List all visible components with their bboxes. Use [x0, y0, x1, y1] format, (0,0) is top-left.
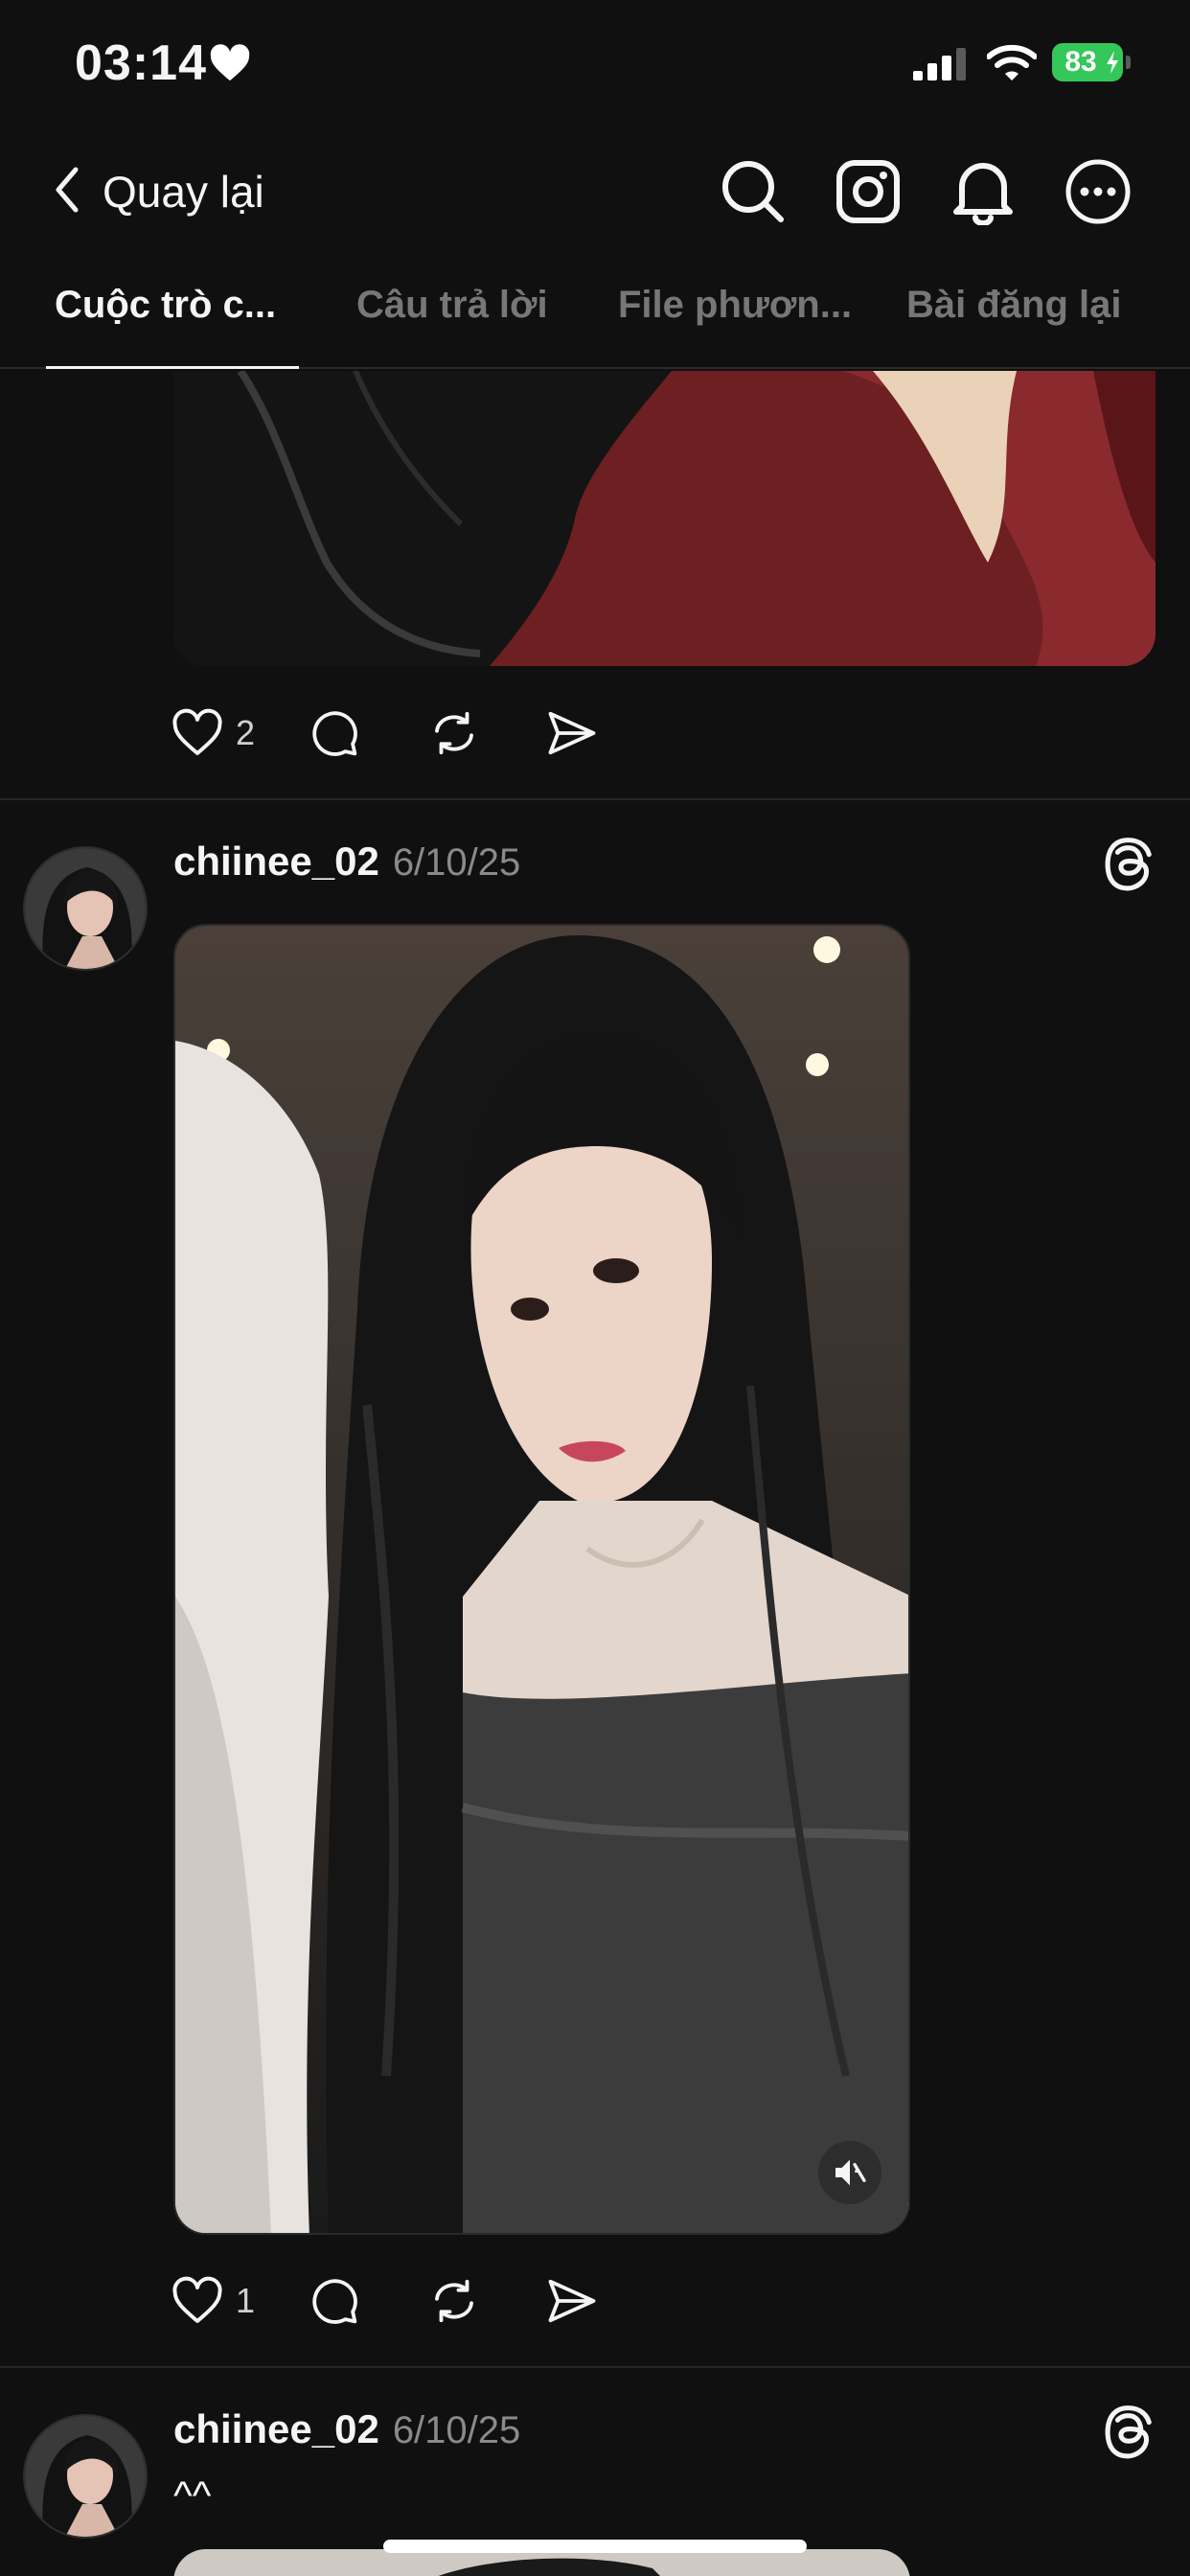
active-tab-indicator [46, 366, 299, 369]
post-divider [0, 2366, 1190, 2368]
status-bar: 03:14 83 [0, 0, 1190, 129]
top-navigation-bar: Quay lại [0, 144, 1190, 240]
like-button[interactable]: 1 [171, 2276, 255, 2326]
tab-conversations[interactable]: Cuộc trò c... [55, 284, 276, 327]
instagram-icon[interactable] [832, 155, 904, 228]
wifi-icon [986, 44, 1038, 87]
heart-status-icon [209, 44, 251, 87]
post-actions: 2 [171, 700, 598, 767]
battery-level: 83 [1064, 46, 1097, 78]
username[interactable]: chiinee_02 [173, 2406, 379, 2452]
post-video[interactable] [173, 924, 910, 2235]
like-button[interactable]: 2 [171, 708, 255, 758]
comment-button[interactable] [309, 2275, 360, 2327]
charging-bolt-icon [1107, 51, 1118, 74]
repost-icon [435, 711, 473, 755]
tab-replies[interactable]: Câu trả lời [356, 284, 548, 327]
send-icon [548, 2279, 596, 2323]
post-image[interactable] [173, 2549, 910, 2576]
like-count: 1 [236, 2281, 256, 2320]
chevron-left-icon [53, 166, 81, 218]
heart-icon [172, 2276, 222, 2323]
post-image[interactable] [173, 371, 1156, 666]
bell-icon[interactable] [947, 155, 1019, 228]
signal-icon [913, 48, 967, 85]
battery-indicator: 83 [1052, 43, 1131, 81]
threads-icon[interactable] [1098, 834, 1159, 895]
repost-button[interactable] [427, 707, 481, 759]
avatar[interactable] [23, 2414, 148, 2539]
post-date: 6/10/25 [392, 2409, 521, 2451]
username[interactable]: chiinee_02 [173, 839, 379, 885]
post-divider [0, 798, 1190, 800]
avatar[interactable] [23, 846, 148, 971]
comment-icon [312, 711, 357, 756]
like-count: 2 [236, 713, 256, 752]
share-button[interactable] [546, 2277, 598, 2325]
comment-button[interactable] [309, 707, 360, 759]
share-button[interactable] [546, 709, 598, 757]
post-header: chiinee_02 6/10/25 [173, 2406, 520, 2452]
comment-icon [312, 2279, 357, 2324]
home-indicator[interactable] [383, 2540, 807, 2553]
repost-icon [435, 2279, 473, 2323]
post-text: ^^ [173, 2472, 212, 2518]
post-date: 6/10/25 [392, 841, 521, 884]
back-label: Quay lại [103, 167, 264, 217]
search-icon[interactable] [717, 155, 790, 228]
profile-tabs: Cuộc trò c... Câu trả lời File phươn... … [0, 268, 1190, 369]
tab-reposts[interactable]: Bài đăng lại [906, 284, 1122, 327]
threads-icon[interactable] [1098, 2402, 1159, 2463]
heart-icon [172, 708, 222, 755]
mute-toggle[interactable] [818, 2141, 881, 2204]
status-time: 03:14 [75, 35, 207, 91]
post-header: chiinee_02 6/10/25 [173, 839, 520, 885]
repost-button[interactable] [427, 2275, 481, 2327]
speaker-muted-icon [835, 2159, 866, 2186]
post-actions: 1 [171, 2267, 598, 2334]
send-icon [548, 711, 596, 755]
tab-media[interactable]: File phươn... [618, 284, 852, 327]
more-options-icon[interactable] [1062, 155, 1134, 228]
back-button[interactable]: Quay lại [53, 163, 264, 220]
